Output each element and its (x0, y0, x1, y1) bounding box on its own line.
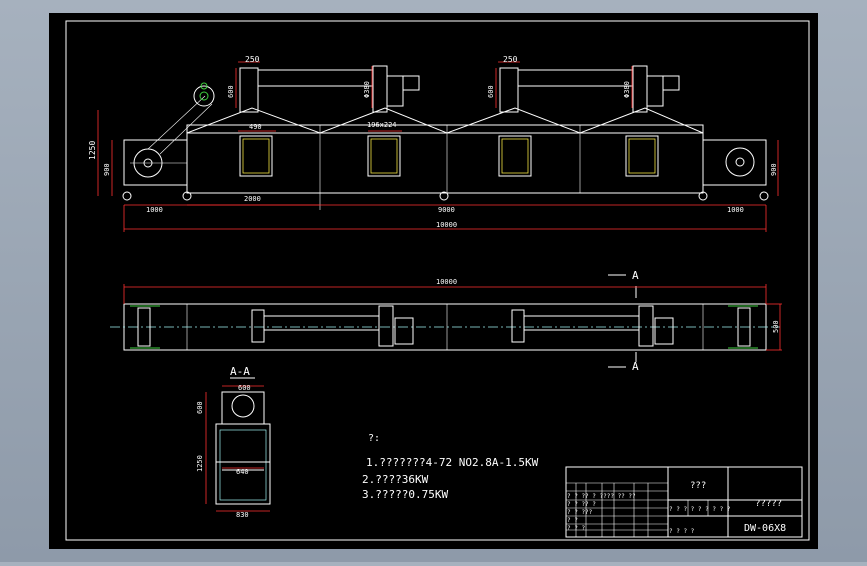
plan-dim-10000: 10000 (436, 278, 457, 286)
dim-490: 490 (249, 123, 262, 131)
tb-scale-cells: ? ? ? ? ? ? ? ? ? (669, 506, 731, 513)
cad-viewport[interactable]: 250 250 600 600 Φ380 Φ380 490 196x224 12… (0, 0, 867, 562)
section-dim-600-top: 600 (238, 384, 251, 392)
section-mark-bottom: A (632, 360, 639, 373)
dim-380-left: Φ380 (363, 81, 371, 98)
tb-name-cell: ??? (690, 481, 706, 491)
notes-line-2: 2.????36KW (362, 473, 429, 486)
dim-1000-right: 1000 (727, 206, 744, 214)
tb-bottom-cells: ? ? ? ? (669, 528, 695, 535)
notes-line-3: 3.?????0.75KW (362, 488, 448, 501)
dim-380-right: Φ380 (623, 81, 631, 98)
dim-2000: 2000 (244, 195, 261, 203)
dim-10000: 10000 (436, 221, 457, 229)
tb-company-cell: ????? (755, 499, 782, 509)
section-dim-830: 830 (236, 511, 249, 519)
section-mark-top: A (632, 269, 639, 282)
notes-heading: ?: (368, 433, 380, 444)
tb-small-row-4: ? ? (567, 517, 578, 524)
section-title: A-A (230, 365, 250, 378)
dim-900-left: 900 (103, 163, 111, 176)
dim-196x224: 196x224 (367, 121, 397, 129)
notes-line-1: 1.???????4-72 NO2.8A-1.5KW (366, 456, 539, 469)
dim-250-right: 250 (503, 55, 518, 64)
section-dim-1250: 1250 (196, 455, 204, 472)
dim-1250: 1250 (88, 141, 97, 160)
plan-dim-500: 500 (772, 320, 780, 333)
dim-9000: 9000 (438, 206, 455, 214)
tb-small-row-1: ? ? ?? ? ???? ?? ?? (567, 493, 636, 500)
dim-600-left: 600 (227, 85, 235, 98)
section-dim-600-left: 600 (196, 401, 204, 414)
cad-drawing: 250 250 600 600 Φ380 Φ380 490 196x224 12… (49, 13, 818, 549)
section-dim-640: 640 (236, 468, 249, 476)
dim-250-left: 250 (245, 55, 260, 64)
tb-small-row-3: ? ? ??? (567, 509, 593, 516)
dim-600-right: 600 (487, 85, 495, 98)
dim-900-right: 900 (770, 163, 778, 176)
tb-small-row-5: ? ? ? (567, 525, 585, 532)
dim-1000-left: 1000 (146, 206, 163, 214)
tb-drawing-number: DW-06X8 (744, 523, 786, 534)
tb-small-row-2: ? ? ?? ? (567, 501, 596, 508)
